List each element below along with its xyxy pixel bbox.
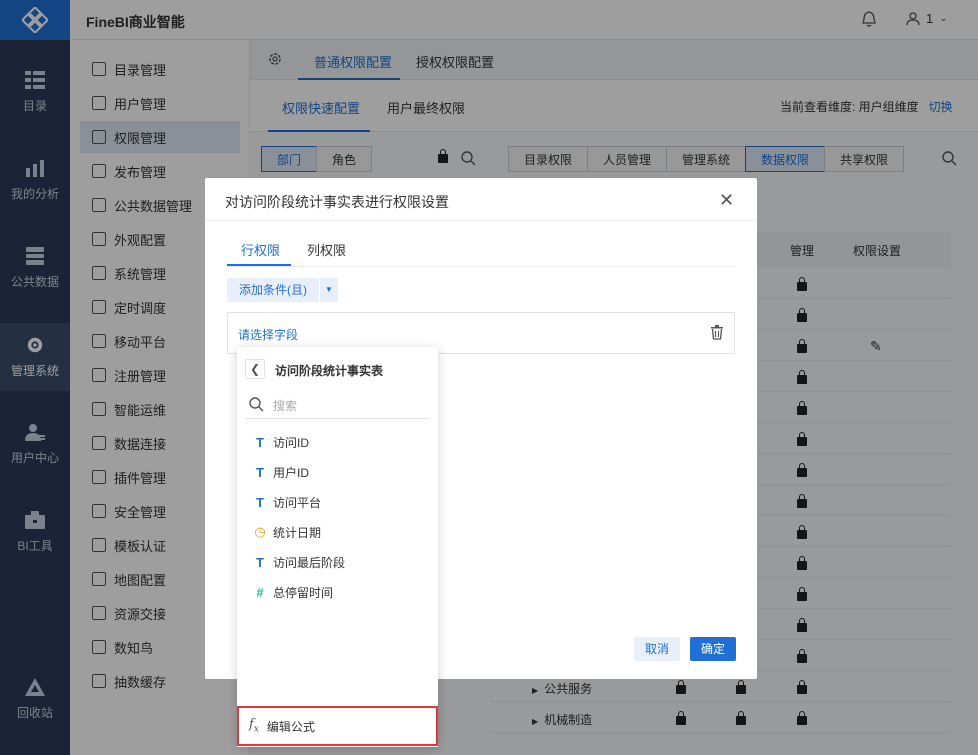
field-item-label: 统计日期 bbox=[273, 525, 322, 540]
field-search[interactable]: 搜索 bbox=[245, 391, 430, 419]
edit-formula-label: 编辑公式 bbox=[266, 719, 315, 734]
number-field-icon: # bbox=[256, 584, 264, 600]
ok-button[interactable]: 确定 bbox=[690, 637, 736, 661]
date-field-icon: ◷ bbox=[254, 524, 266, 539]
trash-icon[interactable] bbox=[710, 325, 724, 340]
edit-formula-button[interactable]: fx 编辑公式 bbox=[237, 706, 438, 746]
add-condition-label[interactable]: 添加条件(且) bbox=[227, 278, 320, 302]
field-item[interactable]: # 总停留时间 bbox=[253, 582, 333, 602]
divider bbox=[227, 266, 735, 267]
field-select-placeholder[interactable]: 请选择字段 bbox=[238, 326, 298, 343]
divider bbox=[205, 220, 757, 221]
formula-icon: fx bbox=[249, 717, 259, 735]
field-item[interactable]: ◷ 统计日期 bbox=[253, 522, 321, 542]
field-item[interactable]: T 访问最后阶段 bbox=[253, 552, 345, 572]
search-icon bbox=[249, 397, 264, 412]
add-condition-button[interactable]: 添加条件(且) ▼ bbox=[227, 278, 338, 302]
tab-row-permission[interactable]: 行权限 bbox=[241, 240, 280, 259]
field-item-label: 总停留时间 bbox=[273, 585, 334, 600]
search-input[interactable]: 搜索 bbox=[273, 397, 297, 414]
text-field-icon: T bbox=[256, 494, 264, 510]
text-field-icon: T bbox=[256, 464, 264, 480]
cancel-button[interactable]: 取消 bbox=[634, 637, 680, 661]
field-item-label: 用户ID bbox=[273, 465, 310, 480]
field-item[interactable]: T 访问平台 bbox=[253, 492, 321, 512]
text-field-icon: T bbox=[256, 434, 264, 450]
field-select-panel: ❮ 访问阶段统计事实表 搜索 T 访问ID T 用户ID T 访问平台 ◷ 统计日期 T 访问最后… bbox=[237, 347, 438, 747]
back-button[interactable]: ❮ bbox=[245, 359, 265, 379]
tab-column-permission[interactable]: 列权限 bbox=[307, 240, 346, 259]
close-icon[interactable]: ✕ bbox=[719, 190, 734, 211]
field-item[interactable]: T 访问ID bbox=[253, 432, 309, 452]
tab-underline bbox=[227, 264, 291, 266]
field-item-label: 访问ID bbox=[273, 435, 310, 450]
field-item[interactable]: T 用户ID bbox=[253, 462, 309, 482]
text-field-icon: T bbox=[256, 554, 264, 570]
panel-title: 访问阶段统计事实表 bbox=[275, 364, 384, 378]
dialog-title: 对访问阶段统计事实表进行权限设置 bbox=[225, 194, 449, 210]
field-item-label: 访问最后阶段 bbox=[273, 555, 346, 570]
field-item-label: 访问平台 bbox=[273, 495, 322, 510]
caret-down-icon[interactable]: ▼ bbox=[320, 278, 338, 302]
chevron-left-icon: ❮ bbox=[249, 362, 261, 376]
